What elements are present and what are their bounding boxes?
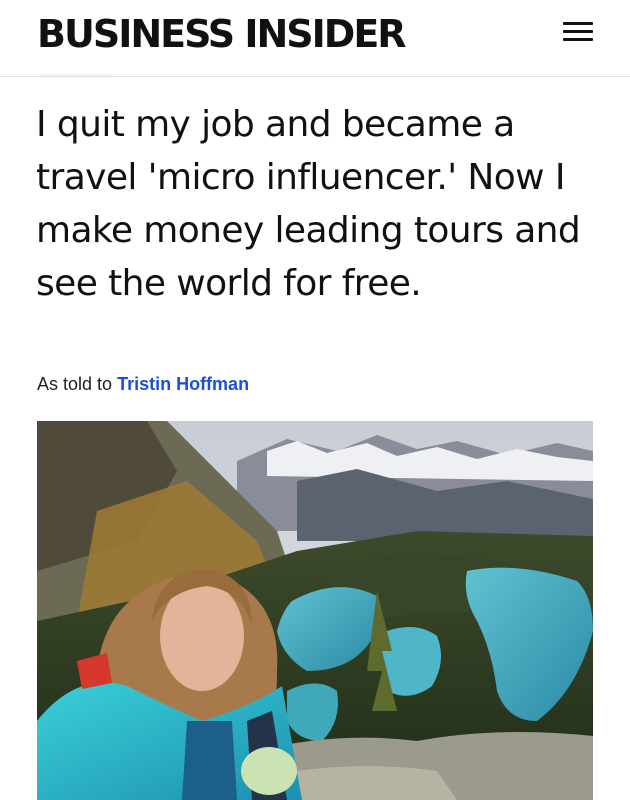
site-logo[interactable]: BUSINESS INSIDER [37,12,407,56]
author-link[interactable]: Tristin Hoffman [117,374,249,394]
hero-photo-illustration [37,421,593,800]
hero-image [37,421,593,800]
article-headline: I quit my job and became a travel 'micro… [36,104,581,304]
hamburger-menu-icon[interactable] [561,19,595,45]
article-byline: As told to Tristin Hoffman [37,374,249,395]
site-header: BUSINESS INSIDER [0,0,630,77]
menu-bar [563,38,593,41]
byline-prefix: As told to [37,374,113,394]
header-divider [40,74,112,76]
menu-bar [563,22,593,25]
menu-bar [563,30,593,33]
